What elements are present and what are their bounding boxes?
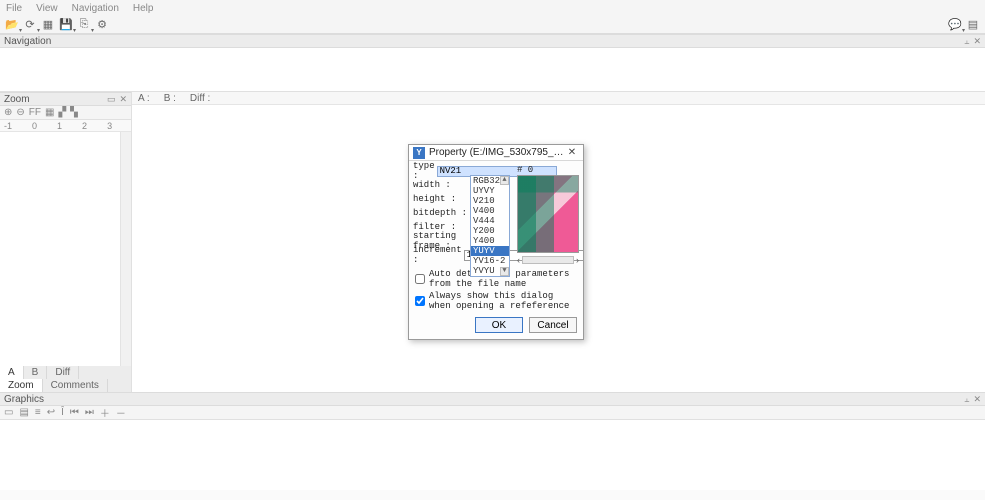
ruler-tick: 2: [82, 121, 87, 131]
type-option[interactable]: V210: [471, 196, 509, 206]
type-label: type :: [413, 161, 435, 181]
graphics-panel-header: Graphics ⫠ ✕: [0, 392, 985, 406]
panel-float-icon[interactable]: ▭: [107, 94, 116, 105]
tool-prev-icon[interactable]: ↩: [47, 407, 55, 418]
main-toolbar: 📂 ⟳ ▦ 💾 ⎘ ⚙ 💬 ▤: [0, 16, 985, 34]
auto-detect-checkbox[interactable]: [415, 274, 425, 284]
scroll-down-icon[interactable]: ▼: [500, 267, 509, 276]
grid-icon[interactable]: ▦: [45, 107, 54, 118]
navigation-panel-body: [0, 48, 985, 92]
settings-button[interactable]: ⚙: [94, 17, 110, 33]
ok-button[interactable]: OK: [475, 317, 523, 333]
panel-close-icon[interactable]: ✕: [973, 36, 981, 47]
graphics-toolbar: ▭ ▤ ≡ ↩ Ȋ ⏮ ⏭ ＋ －: [0, 406, 985, 420]
refresh-button[interactable]: ⟳: [22, 17, 38, 33]
layout-icon[interactable]: ▤: [965, 17, 981, 33]
tab-comments[interactable]: Comments: [43, 379, 108, 392]
preview-image: [517, 175, 579, 253]
dialog-preview: # 0 ‹ ›: [517, 165, 579, 265]
menu-bar: File View Navigation Help: [0, 0, 985, 16]
menu-view[interactable]: View: [36, 3, 58, 14]
type-dropdown-list[interactable]: ▲ RGB32 UYVY V210 V400 V444 Y200 Y400 YU…: [470, 175, 510, 277]
tab-diff[interactable]: Diff: [47, 366, 79, 379]
scroll-track[interactable]: [522, 256, 574, 264]
compare-diff-label: Diff :: [190, 93, 210, 104]
always-show-checkbox[interactable]: [415, 296, 425, 306]
tab-a[interactable]: A: [0, 366, 24, 379]
type-option[interactable]: V444: [471, 216, 509, 226]
ruler-tick: 0: [32, 121, 37, 131]
dialog-app-icon: Y: [413, 147, 425, 159]
type-option-selected[interactable]: YUYV: [471, 246, 509, 256]
graphics-panel-title: Graphics: [4, 394, 44, 405]
stairs2-icon[interactable]: ▚: [70, 107, 78, 118]
panel-close-icon[interactable]: ✕: [119, 94, 127, 105]
zoom-tabs-mode: Zoom Comments: [0, 379, 131, 392]
type-option[interactable]: Y200: [471, 226, 509, 236]
tab-zoom[interactable]: Zoom: [0, 379, 43, 392]
graphics-body: [0, 420, 985, 490]
always-show-label: Always show this dialog when opening a r…: [429, 291, 577, 311]
ruler-tick: 3: [107, 121, 112, 131]
zoom-panel-title: Zoom: [4, 94, 30, 105]
tool-last-icon[interactable]: ⏭: [85, 407, 94, 418]
chat-icon[interactable]: 💬: [947, 17, 963, 33]
open-button[interactable]: 📂: [4, 17, 20, 33]
zoom-toolbar: ⊕ ⊖ FF ▦ ▞ ▚: [0, 106, 131, 120]
compare-header: A : B : Diff :: [132, 92, 985, 105]
tool-plus-icon[interactable]: ＋: [100, 405, 110, 420]
ff-icon[interactable]: FF: [29, 107, 41, 118]
type-option[interactable]: YV16-2: [471, 256, 509, 266]
zoom-column: Zoom ▭ ✕ ⊕ ⊖ FF ▦ ▞ ▚ -1 0 1 2 3 A B Dif…: [0, 92, 132, 392]
scroll-left-icon[interactable]: ‹: [517, 255, 520, 265]
zoom-panel-header: Zoom ▭ ✕: [0, 92, 131, 106]
preview-index-label: # 0: [517, 165, 579, 175]
dialog-close-button[interactable]: ✕: [565, 147, 579, 158]
zoom-ruler: -1 0 1 2 3: [0, 120, 131, 132]
panel-close-icon[interactable]: ✕: [973, 394, 981, 405]
zoom-tabs-compare: A B Diff: [0, 366, 131, 379]
navigation-panel-title: Navigation: [4, 36, 51, 47]
increment-label: increment :: [413, 245, 462, 265]
menu-navigation[interactable]: Navigation: [72, 3, 119, 14]
ruler-tick: 1: [57, 121, 62, 131]
tool-minus-icon[interactable]: －: [116, 405, 126, 420]
panel-pin-icon[interactable]: ⫠: [964, 36, 969, 47]
preview-scrollbar[interactable]: ‹ ›: [517, 255, 579, 265]
menu-file[interactable]: File: [6, 3, 22, 14]
compare-a-label: A :: [138, 93, 150, 104]
cancel-button[interactable]: Cancel: [529, 317, 577, 333]
always-show-row[interactable]: Always show this dialog when opening a r…: [415, 291, 577, 311]
tool-first-icon[interactable]: ⏮: [70, 407, 79, 418]
tool-layers-icon[interactable]: ▤: [19, 407, 28, 418]
save-button[interactable]: 💾: [58, 17, 74, 33]
zoom-canvas[interactable]: [0, 132, 131, 366]
dialog-title: Property (E:/IMG_530x795_YUYV_DUMP.YUYV): [429, 147, 565, 158]
type-option[interactable]: V400: [471, 206, 509, 216]
type-option[interactable]: UYVY: [471, 186, 509, 196]
scroll-up-icon[interactable]: ▲: [500, 176, 509, 185]
compare-b-label: B :: [164, 93, 176, 104]
grid-icon[interactable]: ▦: [40, 17, 56, 33]
zoom-out-icon[interactable]: ⊖: [16, 107, 24, 118]
tool-text-icon[interactable]: Ȋ: [61, 407, 64, 418]
dialog-buttons: OK Cancel: [409, 315, 583, 339]
ruler-tick: -1: [4, 121, 12, 131]
navigation-panel-header: Navigation ⫠ ✕: [0, 34, 985, 48]
zoom-in-icon[interactable]: ⊕: [4, 107, 12, 118]
stairs-icon[interactable]: ▞: [58, 107, 66, 118]
scroll-right-icon[interactable]: ›: [576, 255, 579, 265]
dialog-titlebar[interactable]: Y Property (E:/IMG_530x795_YUYV_DUMP.YUY…: [409, 145, 583, 161]
tool-align-icon[interactable]: ≡: [35, 407, 41, 418]
type-option[interactable]: Y400: [471, 236, 509, 246]
menu-help[interactable]: Help: [133, 3, 154, 14]
export-button[interactable]: ⎘: [76, 17, 92, 33]
tab-b[interactable]: B: [24, 366, 48, 379]
tool-rect-icon[interactable]: ▭: [4, 407, 13, 418]
panel-pin-icon[interactable]: ⫠: [964, 394, 969, 405]
